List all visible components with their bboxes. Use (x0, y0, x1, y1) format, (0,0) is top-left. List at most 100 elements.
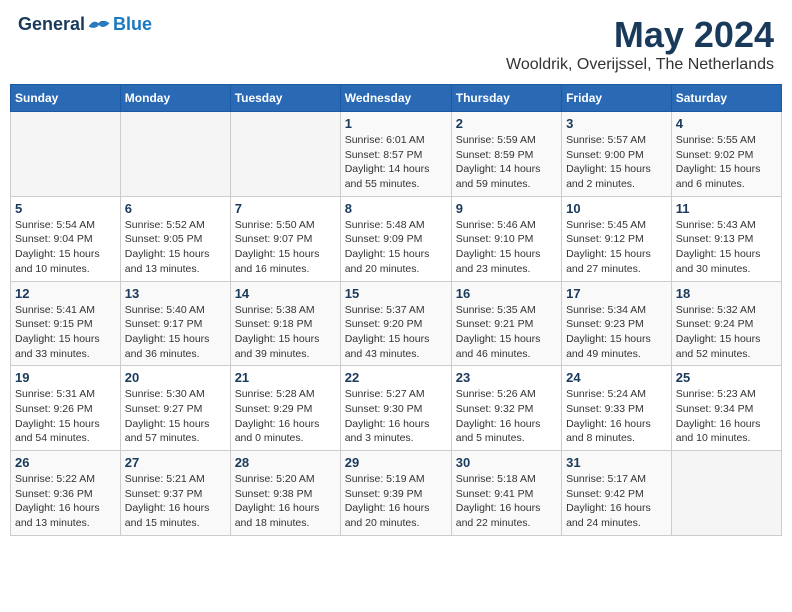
day-header-monday: Monday (120, 85, 230, 112)
day-number: 26 (15, 455, 116, 470)
day-number: 24 (566, 370, 667, 385)
day-header-sunday: Sunday (11, 85, 121, 112)
day-info: Sunrise: 5:35 AM Sunset: 9:21 PM Dayligh… (456, 303, 557, 362)
calendar-cell: 4 Sunrise: 5:55 AM Sunset: 9:02 PM Daylig… (671, 112, 781, 197)
calendar-cell: 16 Sunrise: 5:35 AM Sunset: 9:21 PM Dayli… (451, 281, 561, 366)
day-info: Sunrise: 5:52 AM Sunset: 9:05 PM Dayligh… (125, 218, 226, 277)
location-text: Wooldrik, Overijssel, The Netherlands (506, 56, 774, 74)
calendar-cell: 26Sunrise: 5:22 AM Sunset: 9:36 PM Dayli… (11, 451, 121, 536)
day-header-saturday: Saturday (671, 85, 781, 112)
calendar-cell: 8 Sunrise: 5:48 AM Sunset: 9:09 PM Daylig… (340, 196, 451, 281)
day-number: 3 (566, 116, 667, 131)
day-number: 9 (456, 201, 557, 216)
calendar-cell: 5 Sunrise: 5:54 AM Sunset: 9:04 PM Daylig… (11, 196, 121, 281)
day-info: Sunrise: 5:31 AM Sunset: 9:26 PM Dayligh… (15, 387, 116, 446)
day-info: Sunrise: 5:32 AM Sunset: 9:24 PM Dayligh… (676, 303, 777, 362)
calendar-week-1: 1 Sunrise: 6:01 AM Sunset: 8:57 PM Daylig… (11, 112, 782, 197)
day-header-friday: Friday (562, 85, 672, 112)
calendar-cell: 19 Sunrise: 5:31 AM Sunset: 9:26 PM Dayli… (11, 366, 121, 451)
calendar-cell: 1 Sunrise: 6:01 AM Sunset: 8:57 PM Daylig… (340, 112, 451, 197)
day-info: Sunrise: 5:30 AM Sunset: 9:27 PM Dayligh… (125, 387, 226, 446)
calendar-week-3: 12Sunrise: 5:41 AM Sunset: 9:15 PM Dayli… (11, 281, 782, 366)
day-number: 16 (456, 286, 557, 301)
calendar-cell (11, 112, 121, 197)
calendar-cell: 20 Sunrise: 5:30 AM Sunset: 9:27 PM Dayli… (120, 366, 230, 451)
day-info: Sunrise: 5:23 AM Sunset: 9:34 PM Dayligh… (676, 387, 777, 446)
day-number: 20 (125, 370, 226, 385)
calendar-cell: 12Sunrise: 5:41 AM Sunset: 9:15 PM Dayli… (11, 281, 121, 366)
day-number: 19 (15, 370, 116, 385)
calendar-cell: 7Sunrise: 5:50 AM Sunset: 9:07 PM Daylig… (230, 196, 340, 281)
calendar-cell: 10 Sunrise: 5:45 AM Sunset: 9:12 PM Dayli… (562, 196, 672, 281)
calendar-cell: 23 Sunrise: 5:26 AM Sunset: 9:32 PM Dayli… (451, 366, 561, 451)
calendar-cell: 25 Sunrise: 5:23 AM Sunset: 9:34 PM Dayli… (671, 366, 781, 451)
calendar-cell (230, 112, 340, 197)
calendar-week-5: 26Sunrise: 5:22 AM Sunset: 9:36 PM Dayli… (11, 451, 782, 536)
day-number: 5 (15, 201, 116, 216)
day-number: 12 (15, 286, 116, 301)
month-title: May 2024 (506, 14, 774, 56)
day-info: Sunrise: 6:01 AM Sunset: 8:57 PM Dayligh… (345, 133, 447, 192)
calendar-cell: 11 Sunrise: 5:43 AM Sunset: 9:13 PM Dayli… (671, 196, 781, 281)
day-number: 7 (235, 201, 336, 216)
calendar-cell: 17 Sunrise: 5:34 AM Sunset: 9:23 PM Dayli… (562, 281, 672, 366)
calendar-cell: 21Sunrise: 5:28 AM Sunset: 9:29 PM Dayli… (230, 366, 340, 451)
calendar-cell: 28Sunrise: 5:20 AM Sunset: 9:38 PM Dayli… (230, 451, 340, 536)
calendar-cell: 3 Sunrise: 5:57 AM Sunset: 9:00 PM Daylig… (562, 112, 672, 197)
calendar-cell (120, 112, 230, 197)
day-info: Sunrise: 5:40 AM Sunset: 9:17 PM Dayligh… (125, 303, 226, 362)
day-number: 15 (345, 286, 447, 301)
day-number: 31 (566, 455, 667, 470)
day-info: Sunrise: 5:45 AM Sunset: 9:12 PM Dayligh… (566, 218, 667, 277)
day-info: Sunrise: 5:24 AM Sunset: 9:33 PM Dayligh… (566, 387, 667, 446)
day-number: 1 (345, 116, 447, 131)
day-number: 4 (676, 116, 777, 131)
day-info: Sunrise: 5:43 AM Sunset: 9:13 PM Dayligh… (676, 218, 777, 277)
day-number: 25 (676, 370, 777, 385)
calendar-cell: 15 Sunrise: 5:37 AM Sunset: 9:20 PM Dayli… (340, 281, 451, 366)
calendar-week-2: 5 Sunrise: 5:54 AM Sunset: 9:04 PM Daylig… (11, 196, 782, 281)
day-number: 22 (345, 370, 447, 385)
day-number: 13 (125, 286, 226, 301)
day-info: Sunrise: 5:54 AM Sunset: 9:04 PM Dayligh… (15, 218, 116, 277)
page-header: General Blue May 2024 Wooldrik, Overijss… (10, 10, 782, 78)
calendar-cell: 24 Sunrise: 5:24 AM Sunset: 9:33 PM Dayli… (562, 366, 672, 451)
calendar-cell: 31Sunrise: 5:17 AM Sunset: 9:42 PM Dayli… (562, 451, 672, 536)
day-info: Sunrise: 5:59 AM Sunset: 8:59 PM Dayligh… (456, 133, 557, 192)
day-number: 21 (235, 370, 336, 385)
logo-blue-text: Blue (113, 14, 152, 35)
day-info: Sunrise: 5:37 AM Sunset: 9:20 PM Dayligh… (345, 303, 447, 362)
day-info: Sunrise: 5:19 AM Sunset: 9:39 PM Dayligh… (345, 472, 447, 531)
day-info: Sunrise: 5:57 AM Sunset: 9:00 PM Dayligh… (566, 133, 667, 192)
day-info: Sunrise: 5:18 AM Sunset: 9:41 PM Dayligh… (456, 472, 557, 531)
day-number: 30 (456, 455, 557, 470)
calendar-week-4: 19 Sunrise: 5:31 AM Sunset: 9:26 PM Dayli… (11, 366, 782, 451)
calendar-cell: 30 Sunrise: 5:18 AM Sunset: 9:41 PM Dayli… (451, 451, 561, 536)
day-number: 11 (676, 201, 777, 216)
day-info: Sunrise: 5:48 AM Sunset: 9:09 PM Dayligh… (345, 218, 447, 277)
day-info: Sunrise: 5:26 AM Sunset: 9:32 PM Dayligh… (456, 387, 557, 446)
calendar-cell: 29 Sunrise: 5:19 AM Sunset: 9:39 PM Dayli… (340, 451, 451, 536)
calendar-cell: 6 Sunrise: 5:52 AM Sunset: 9:05 PM Daylig… (120, 196, 230, 281)
day-info: Sunrise: 5:55 AM Sunset: 9:02 PM Dayligh… (676, 133, 777, 192)
day-info: Sunrise: 5:46 AM Sunset: 9:10 PM Dayligh… (456, 218, 557, 277)
day-header-wednesday: Wednesday (340, 85, 451, 112)
day-number: 6 (125, 201, 226, 216)
calendar-cell: 27 Sunrise: 5:21 AM Sunset: 9:37 PM Dayli… (120, 451, 230, 536)
day-info: Sunrise: 5:34 AM Sunset: 9:23 PM Dayligh… (566, 303, 667, 362)
logo-bird-icon (87, 16, 111, 34)
calendar-cell: 9 Sunrise: 5:46 AM Sunset: 9:10 PM Daylig… (451, 196, 561, 281)
day-info: Sunrise: 5:21 AM Sunset: 9:37 PM Dayligh… (125, 472, 226, 531)
day-number: 23 (456, 370, 557, 385)
day-number: 29 (345, 455, 447, 470)
calendar-cell: 13 Sunrise: 5:40 AM Sunset: 9:17 PM Dayli… (120, 281, 230, 366)
day-number: 18 (676, 286, 777, 301)
day-number: 10 (566, 201, 667, 216)
day-number: 27 (125, 455, 226, 470)
title-section: May 2024 Wooldrik, Overijssel, The Nethe… (506, 14, 774, 74)
day-header-tuesday: Tuesday (230, 85, 340, 112)
day-info: Sunrise: 5:38 AM Sunset: 9:18 PM Dayligh… (235, 303, 336, 362)
calendar-header-row: SundayMondayTuesdayWednesdayThursdayFrid… (11, 85, 782, 112)
day-number: 8 (345, 201, 447, 216)
day-number: 17 (566, 286, 667, 301)
